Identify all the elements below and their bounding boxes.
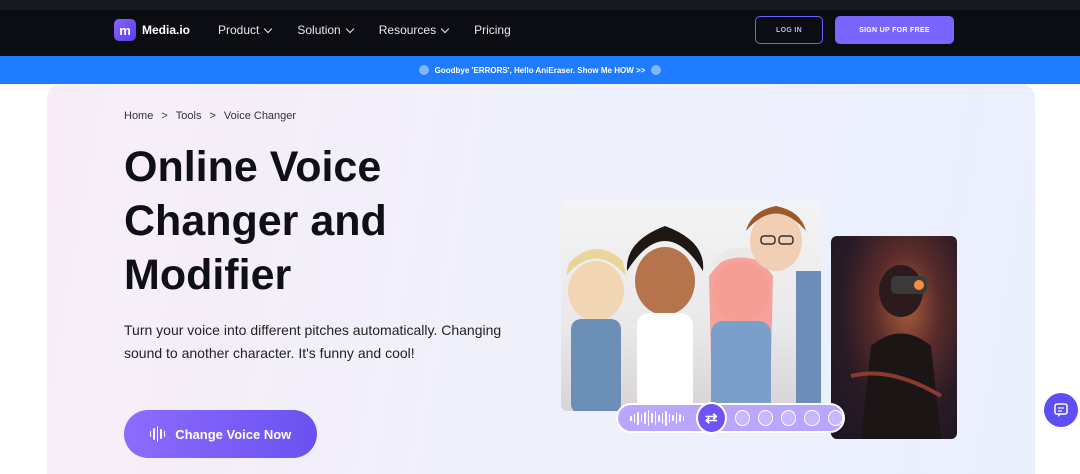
browser-strip bbox=[0, 0, 1080, 10]
brand-name: Media.io bbox=[142, 23, 191, 37]
login-button[interactable]: LOG IN bbox=[755, 16, 823, 44]
chat-icon bbox=[1054, 403, 1068, 417]
breadcrumb-separator: > bbox=[209, 110, 216, 122]
voice-cartoon-icon[interactable] bbox=[804, 410, 820, 426]
promo-banner[interactable]: Goodbye 'ERRORS', Hello AniEraser. Show … bbox=[0, 56, 1080, 84]
main-nav: Product Solution Resources Pricing bbox=[218, 23, 511, 37]
vr-gamer-illustration bbox=[850, 265, 943, 439]
nav-solution-label: Solution bbox=[297, 23, 341, 37]
promo-left-icon bbox=[418, 65, 429, 75]
nav-resources-label: Resources bbox=[378, 23, 437, 37]
breadcrumb-current: Voice Changer bbox=[223, 110, 297, 122]
voice-alien-icon[interactable] bbox=[781, 410, 797, 426]
breadcrumb-home[interactable]: Home bbox=[124, 110, 153, 122]
media-io-logo-icon: m bbox=[114, 19, 136, 41]
chat-button[interactable] bbox=[1044, 393, 1078, 427]
signup-button[interactable]: SIGN UP FOR FREE bbox=[835, 16, 954, 44]
nav-resources[interactable]: Resources bbox=[378, 23, 450, 37]
waveform-icon bbox=[630, 410, 684, 426]
chevron-down-icon bbox=[440, 24, 450, 33]
nav-pricing-label: Pricing bbox=[474, 23, 511, 37]
friends-illustration bbox=[566, 206, 821, 411]
cta-label: Change Voice Now bbox=[175, 426, 292, 442]
breadcrumb: Home > Tools > Voice Changer bbox=[124, 110, 296, 122]
nav-pricing[interactable]: Pricing bbox=[474, 23, 511, 37]
chevron-down-icon bbox=[264, 24, 273, 33]
swap-icon[interactable]: ⇄ bbox=[696, 402, 727, 434]
brand-logo[interactable]: m Media.io bbox=[114, 19, 190, 41]
promo-text: Goodbye 'ERRORS', Hello AniEraser. Show … bbox=[434, 65, 646, 75]
change-voice-now-button[interactable]: Change Voice Now bbox=[124, 410, 317, 458]
voice-more-icon[interactable] bbox=[827, 410, 843, 426]
promo-right-icon bbox=[651, 65, 662, 75]
page-title: Online Voice Changer and Modifier bbox=[124, 143, 387, 299]
nav-product[interactable]: Product bbox=[218, 23, 273, 37]
voice-control-bar: ⇄ bbox=[616, 402, 845, 434]
voice-robot-icon[interactable] bbox=[734, 410, 750, 426]
sound-wave-icon bbox=[149, 426, 166, 442]
friends-photo bbox=[561, 201, 821, 411]
hero-description: Turn your voice into different pitches a… bbox=[124, 322, 502, 361]
nav-solution[interactable]: Solution bbox=[297, 23, 354, 37]
nav-product-label: Product bbox=[218, 23, 260, 37]
vr-gamer-photo bbox=[831, 236, 957, 439]
chevron-down-icon bbox=[345, 24, 354, 33]
breadcrumb-tools[interactable]: Tools bbox=[176, 110, 202, 122]
breadcrumb-separator: > bbox=[161, 110, 168, 122]
voice-monster-icon[interactable] bbox=[757, 410, 774, 426]
